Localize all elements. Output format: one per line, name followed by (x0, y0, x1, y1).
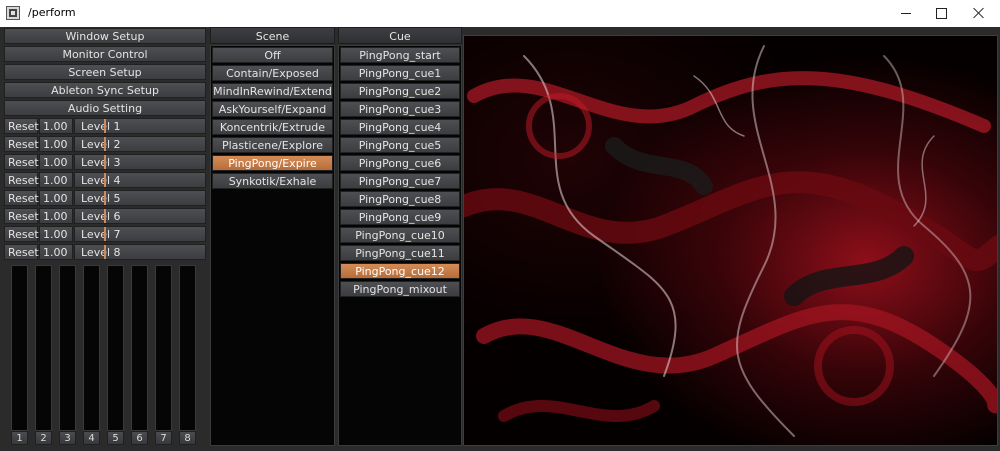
reset-button[interactable]: Reset (4, 190, 39, 206)
reset-button[interactable]: Reset (4, 172, 39, 188)
cue-list: PingPong_start PingPong_cue1 PingPong_cu… (338, 45, 462, 446)
level-label: Level 7 (81, 228, 121, 241)
scene-header: Scene (210, 27, 335, 44)
fader-7[interactable] (155, 265, 172, 431)
scene-item[interactable]: Koncentrik/Extrude (212, 119, 333, 135)
screen-setup-button[interactable]: Screen Setup (4, 64, 206, 80)
level-label: Level 6 (81, 210, 121, 223)
level-label: Level 3 (81, 156, 121, 169)
reset-button[interactable]: Reset (4, 208, 39, 224)
scene-item-selected[interactable]: PingPong/Expire (212, 155, 333, 171)
cue-item[interactable]: PingPong_cue1 (340, 65, 460, 81)
level-marker (104, 137, 106, 151)
close-button[interactable] (960, 0, 998, 27)
cue-item[interactable]: PingPong_cue9 (340, 209, 460, 225)
level-label: Level 4 (81, 174, 121, 187)
scene-item[interactable]: MindInRewind/Extend (212, 83, 333, 99)
level-marker (104, 191, 106, 205)
fader-8[interactable] (179, 265, 196, 431)
window-title: /perform (28, 6, 76, 19)
fader-6[interactable] (131, 265, 148, 431)
fader-number: 5 (107, 431, 124, 445)
level-slider[interactable]: Level 8 (74, 244, 206, 260)
window-setup-button[interactable]: Window Setup (4, 28, 206, 44)
fader-number: 2 (35, 431, 52, 445)
level-marker (104, 227, 106, 241)
cue-item[interactable]: PingPong_cue10 (340, 227, 460, 243)
fader-1[interactable] (11, 265, 28, 431)
fader-number: 6 (131, 431, 148, 445)
level-slider[interactable]: Level 1 (74, 118, 206, 134)
gain-value-field[interactable]: 1.00 (39, 244, 73, 260)
level-label: Level 5 (81, 192, 121, 205)
cue-item[interactable]: PingPong_mixout (340, 281, 460, 297)
level-slider[interactable]: Level 2 (74, 136, 206, 152)
reset-button[interactable]: Reset (4, 154, 39, 170)
fader-number: 7 (155, 431, 172, 445)
scene-item[interactable]: Off (212, 47, 333, 63)
level-marker (104, 173, 106, 187)
fader-2[interactable] (35, 265, 52, 431)
scene-item[interactable]: Plasticene/Explore (212, 137, 333, 153)
minimize-icon (901, 13, 911, 14)
level-marker (104, 209, 106, 223)
cue-item[interactable]: PingPong_cue6 (340, 155, 460, 171)
scene-item[interactable]: AskYourself/Expand (212, 101, 333, 117)
app-icon (6, 6, 20, 20)
title-bar: /perform (0, 0, 1000, 28)
level-slider[interactable]: Level 4 (74, 172, 206, 188)
ableton-sync-setup-button[interactable]: Ableton Sync Setup (4, 82, 206, 98)
gain-value-field[interactable]: 1.00 (39, 208, 73, 224)
level-marker (104, 155, 106, 169)
level-slider[interactable]: Level 7 (74, 226, 206, 242)
fader-number: 8 (179, 431, 196, 445)
fader-number: 3 (59, 431, 76, 445)
close-icon (973, 7, 985, 19)
minimize-button[interactable] (886, 0, 924, 27)
fader-5[interactable] (107, 265, 124, 431)
gain-value-field[interactable]: 1.00 (39, 226, 73, 242)
reset-button[interactable]: Reset (4, 244, 39, 260)
maximize-icon (936, 8, 947, 19)
gain-value-field[interactable]: 1.00 (39, 190, 73, 206)
video-preview (463, 35, 998, 446)
gain-value-field[interactable]: 1.00 (39, 172, 73, 188)
perform-window: Window Setup Monitor Control Screen Setu… (0, 27, 1000, 451)
cue-item[interactable]: PingPong_cue8 (340, 191, 460, 207)
cue-header: Cue (338, 27, 462, 44)
level-label: Level 1 (81, 120, 121, 133)
scene-item[interactable]: Contain/Exposed (212, 65, 333, 81)
reset-button[interactable]: Reset (4, 118, 39, 134)
cue-item[interactable]: PingPong_cue11 (340, 245, 460, 261)
level-marker (104, 245, 106, 259)
cue-item[interactable]: PingPong_cue7 (340, 173, 460, 189)
cue-item-selected[interactable]: PingPong_cue12 (340, 263, 460, 279)
level-slider[interactable]: Level 6 (74, 208, 206, 224)
gain-value-field[interactable]: 1.00 (39, 154, 73, 170)
fader-number: 4 (83, 431, 100, 445)
reset-button[interactable]: Reset (4, 136, 39, 152)
level-label: Level 2 (81, 138, 121, 151)
gain-value-field[interactable]: 1.00 (39, 118, 73, 134)
fader-3[interactable] (59, 265, 76, 431)
cue-item[interactable]: PingPong_start (340, 47, 460, 63)
level-slider[interactable]: Level 5 (74, 190, 206, 206)
level-slider[interactable]: Level 3 (74, 154, 206, 170)
maximize-button[interactable] (922, 0, 960, 27)
fader-number: 1 (11, 431, 28, 445)
abstract-red-swirl-visual (464, 36, 997, 445)
fader-4[interactable] (83, 265, 100, 431)
monitor-control-button[interactable]: Monitor Control (4, 46, 206, 62)
gain-value-field[interactable]: 1.00 (39, 136, 73, 152)
level-marker (104, 119, 106, 133)
scene-item[interactable]: Synkotik/Exhale (212, 173, 333, 189)
audio-setting-button[interactable]: Audio Setting (4, 100, 206, 116)
level-label: Level 8 (81, 246, 121, 259)
cue-item[interactable]: PingPong_cue2 (340, 83, 460, 99)
reset-button[interactable]: Reset (4, 226, 39, 242)
scene-list: Off Contain/Exposed MindInRewind/Extend … (210, 45, 335, 446)
cue-item[interactable]: PingPong_cue5 (340, 137, 460, 153)
cue-item[interactable]: PingPong_cue4 (340, 119, 460, 135)
cue-item[interactable]: PingPong_cue3 (340, 101, 460, 117)
